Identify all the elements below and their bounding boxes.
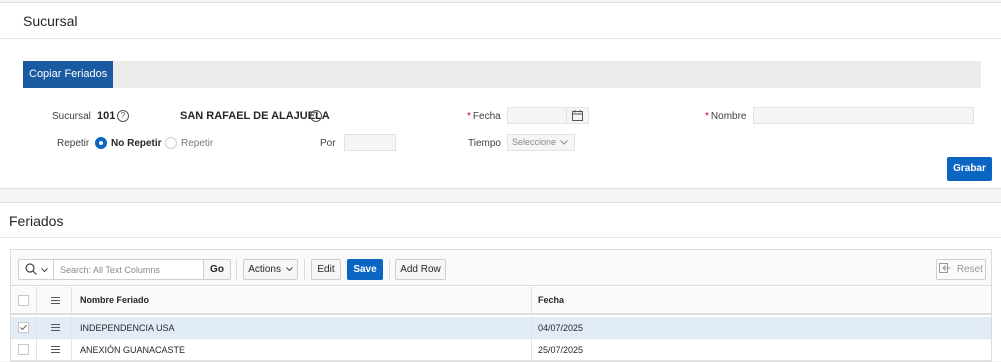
tab-copiar-feriados[interactable]: Copiar Feriados [23,61,114,88]
feriados-region: Feriados Go Actions [0,202,1001,362]
search-box: Go [18,259,231,280]
divider [0,237,1001,238]
divider [71,317,72,338]
repetir-label: Repetir [57,138,90,149]
column-header-fecha[interactable]: Fecha [538,287,564,313]
grid-toolbar: Go Actions Edit Save Add Row R [11,250,991,286]
radio-no-repetir[interactable] [95,137,107,149]
hamburger-icon [51,346,60,353]
chevron-down-icon [41,268,48,272]
divider [531,287,532,313]
divider [531,339,532,360]
cell-fecha[interactable]: 25/07/2025 [538,339,583,360]
table-row[interactable]: ANEXIÓN GUANACASTE 25/07/2025 [11,339,991,361]
sucursal-code: 101 [97,110,116,122]
divider [36,339,37,360]
chevron-down-icon [285,267,293,272]
row-checkbox[interactable] [18,339,29,360]
calendar-button[interactable] [566,108,588,123]
grabar-button[interactable]: Grabar [947,157,992,181]
required-mark: * [705,111,709,122]
nombre-label: * Nombre [705,111,747,122]
tiempo-label: Tiempo [468,138,501,149]
reset-label: Reset [956,264,983,275]
divider [0,38,1001,39]
actions-label: Actions [248,264,281,275]
help-icon[interactable]: ? [310,110,322,122]
checkbox-icon [18,294,29,306]
divider [71,339,72,360]
search-column-selector[interactable] [19,260,54,279]
cell-fecha[interactable]: 04/07/2025 [538,317,583,338]
go-button[interactable]: Go [203,259,231,280]
row-actions-header[interactable] [51,287,60,313]
cell-nombre-feriado[interactable]: ANEXIÓN GUANACASTE [80,339,185,360]
interactive-grid: Go Actions Edit Save Add Row R [10,249,992,362]
tab-bar: Copiar Feriados [23,61,981,88]
divider [389,259,390,280]
por-label: Por [320,138,336,149]
checkbox-icon [18,322,29,333]
region-title-sucursal: Sucursal [23,13,78,29]
checkbox-icon [18,344,29,355]
divider [236,259,237,280]
calendar-icon [572,110,583,121]
required-mark: * [467,111,471,122]
column-header-nombre-feriado[interactable]: Nombre Feriado [80,287,149,313]
tiempo-select[interactable]: Seleccione [507,134,575,151]
search-input[interactable] [55,260,203,279]
region-title-feriados: Feriados [9,213,64,229]
divider [36,317,37,338]
reset-icon [939,263,951,273]
row-actions-menu[interactable] [51,339,60,360]
hamburger-icon [51,296,60,304]
row-actions-menu[interactable] [51,317,60,338]
fecha-field[interactable] [507,107,589,124]
divider [304,259,305,280]
nombre-field[interactable] [753,107,974,124]
tiempo-value: Seleccione [512,137,557,147]
cell-nombre-feriado[interactable]: INDEPENDENCIA USA [80,317,175,338]
select-all-checkbox[interactable] [18,287,29,313]
radio-no-repetir-label: No Repetir [111,138,162,149]
divider [531,317,532,338]
help-icon[interactable]: ? [117,110,129,122]
sucursal-region: Sucursal Copiar Feriados Sucursal 101 ? … [0,2,1001,189]
edit-button[interactable]: Edit [311,259,341,280]
table-row[interactable]: INDEPENDENCIA USA 04/07/2025 [11,317,991,339]
divider [36,287,37,313]
actions-button[interactable]: Actions [243,259,298,280]
divider [71,287,72,313]
sucursal-name: SAN RAFAEL DE ALAJUELA [180,110,330,122]
por-field[interactable] [344,134,396,151]
radio-repetir-label: Repetir [181,138,214,149]
chevron-down-icon [560,140,568,145]
search-icon [25,263,37,275]
fecha-label: * Fecha [467,111,501,122]
grid-header-row: Nombre Feriado Fecha [11,287,991,315]
reset-button[interactable]: Reset [936,259,986,280]
save-button[interactable]: Save [347,259,383,280]
add-row-button[interactable]: Add Row [395,259,446,280]
radio-repetir[interactable] [165,137,177,149]
row-checkbox[interactable] [18,317,29,338]
sucursal-label: Sucursal [52,111,91,122]
hamburger-icon [51,324,60,331]
